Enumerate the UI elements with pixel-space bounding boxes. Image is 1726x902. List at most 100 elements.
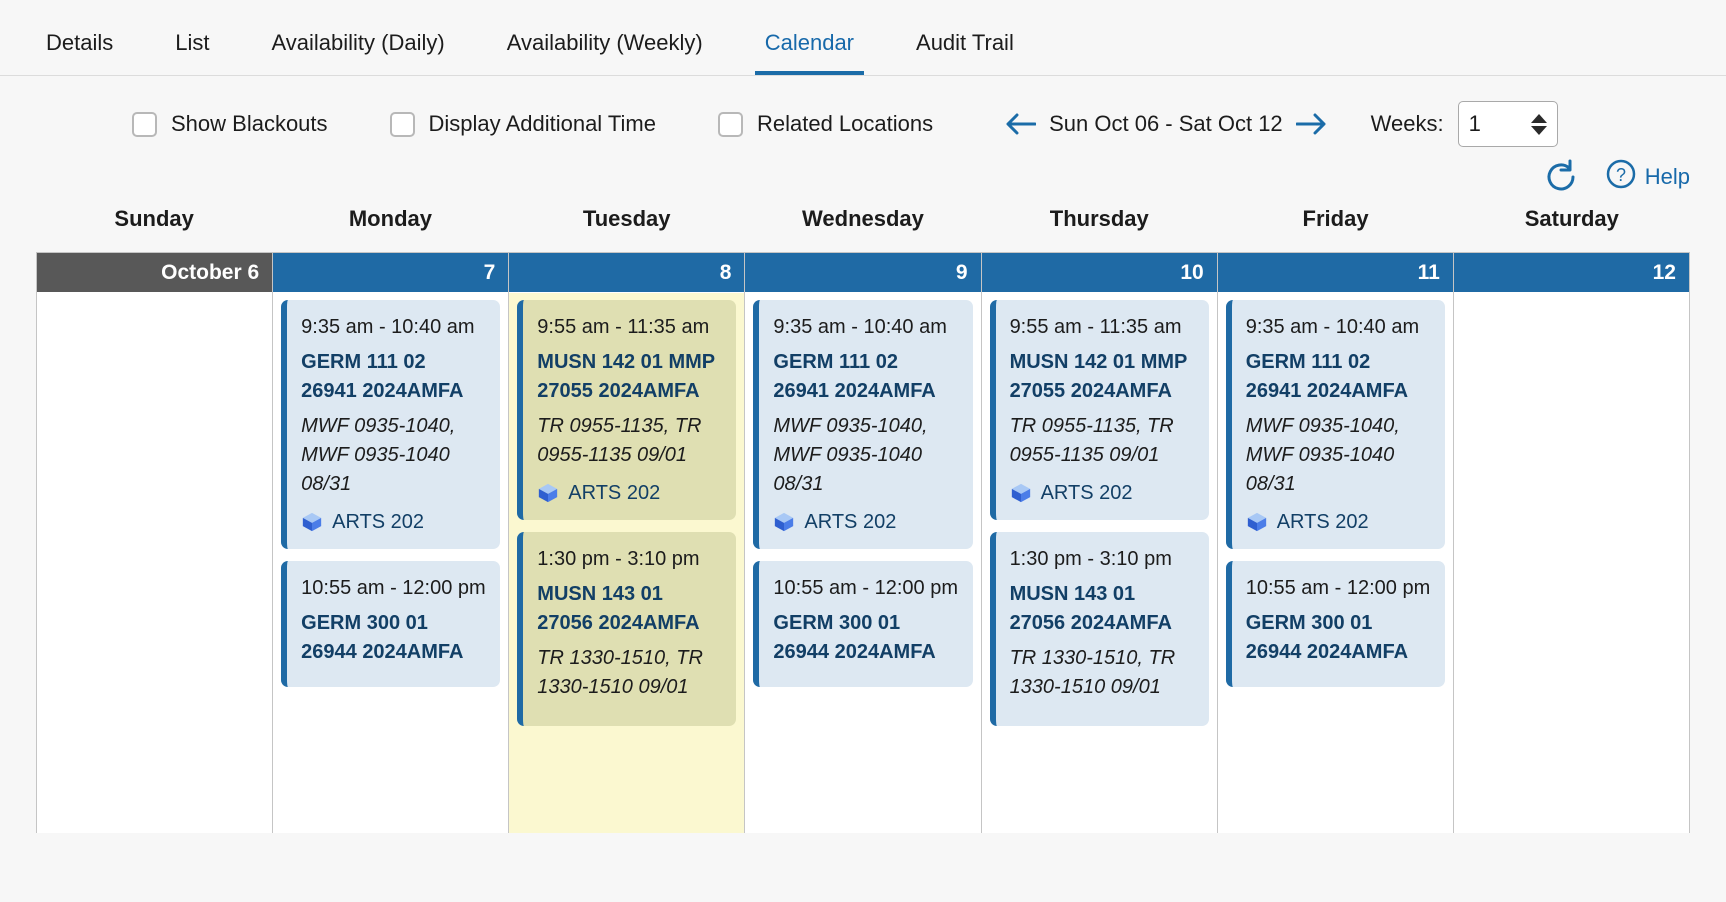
event-title: GERM 111 02 26941 2024AMFA xyxy=(1245,351,1409,402)
event-location: ARTS 202 xyxy=(301,509,486,535)
event-card[interactable]: 1:30 pm - 3:10 pm MUSN 143 01 27056 2024A… xyxy=(517,532,737,726)
cube-icon xyxy=(1011,483,1030,503)
event-time: 1:30 pm - 3:10 pm xyxy=(537,548,700,570)
calendar-column: 11 9:35 am - 10:40 am GERM 111 02 26941 20… xyxy=(1217,253,1454,833)
toolbar-utility-row: ? Help xyxy=(1543,158,1690,195)
event-meeting-pattern: TR 0955-1135, TR 0955-1135 09/01 xyxy=(1009,415,1174,466)
event-meeting-pattern: MWF 0935-1040, MWF 0935-1040 08/31 xyxy=(301,415,456,495)
help-button[interactable]: ? Help xyxy=(1605,158,1690,195)
column-events: 9:35 am - 10:40 am GERM 111 02 26941 2024… xyxy=(1218,293,1453,833)
cube-icon xyxy=(539,483,558,503)
day-name-wednesday: Wednesday xyxy=(802,206,924,231)
event-card[interactable]: 10:55 am - 12:00 pm GERM 300 01 26944 202… xyxy=(1225,561,1445,687)
calendar-column: 9 9:35 am - 10:40 am GERM 111 02 26941 202… xyxy=(745,253,982,833)
event-meeting-pattern: MWF 0935-1040, MWF 0935-1040 08/31 xyxy=(1245,415,1400,495)
date-header[interactable]: 10 xyxy=(981,253,1217,293)
calendar-column: 7 9:35 am - 10:40 am GERM 111 02 26941 202… xyxy=(273,253,510,833)
checkbox-label: Display Additional Time xyxy=(428,111,656,136)
stepper-down-icon[interactable] xyxy=(1530,125,1547,135)
event-time: 10:55 am - 12:00 pm xyxy=(773,577,958,599)
event-time: 9:35 am - 10:40 am xyxy=(773,316,947,338)
event-meeting-pattern: MWF 0935-1040, MWF 0935-1040 08/31 xyxy=(773,415,928,495)
calendar-column: 10 9:55 am - 11:35 am MUSN 142 01 MMP 2705… xyxy=(981,253,1218,833)
event-location: ARTS 202 xyxy=(1010,480,1195,506)
tab-details[interactable]: Details xyxy=(36,32,123,75)
event-title: GERM 300 01 26944 2024AMFA xyxy=(301,612,464,663)
tab-availability-weekly[interactable]: Availability (Weekly) xyxy=(497,32,713,75)
column-events: 9:35 am - 10:40 am GERM 111 02 26941 2024… xyxy=(745,293,980,833)
date-header[interactable]: 12 xyxy=(1453,253,1689,293)
event-location-label: ARTS 202 xyxy=(1276,511,1369,533)
event-title: MUSN 142 01 MMP 27055 2024AMFA xyxy=(1009,351,1188,402)
checkbox-box[interactable] xyxy=(717,111,743,137)
event-time: 9:55 am - 11:35 am xyxy=(537,316,710,338)
day-name-row: Sunday Monday Tuesday Wednesday Thursday Frid… xyxy=(36,206,1690,252)
stepper-up-icon[interactable] xyxy=(1530,113,1547,123)
column-events xyxy=(37,293,272,833)
calendar-column: October 6 xyxy=(37,253,274,833)
event-meeting-pattern: TR 0955-1135, TR 0955-1135 09/01 xyxy=(537,415,702,466)
event-meeting-pattern: TR 1330-1510, TR 1330-1510 09/01 xyxy=(1009,647,1176,698)
date-header[interactable]: 8 xyxy=(509,253,745,293)
event-card[interactable]: 9:35 am - 10:40 am GERM 111 02 26941 2024… xyxy=(281,300,501,549)
cube-icon xyxy=(302,512,322,532)
tab-audit-trail[interactable]: Audit Trail xyxy=(906,32,1024,75)
refresh-icon[interactable] xyxy=(1543,159,1579,195)
event-card[interactable]: 9:55 am - 11:35 am MUSN 142 01 MMP 27055 … xyxy=(989,300,1209,520)
event-location: ARTS 202 xyxy=(773,509,958,535)
event-card[interactable]: 9:55 am - 11:35 am MUSN 142 01 MMP 27055 … xyxy=(517,300,737,520)
weeks-stepper[interactable]: 1 xyxy=(1457,101,1558,147)
event-location: ARTS 202 xyxy=(1246,509,1431,535)
cube-icon xyxy=(775,512,794,532)
tab-list[interactable]: List xyxy=(165,32,219,75)
calendar-column: 12 xyxy=(1453,253,1690,833)
checkbox-show-blackouts[interactable]: Show Blackouts xyxy=(132,111,328,137)
event-card[interactable]: 10:55 am - 12:00 pm GERM 300 01 26944 202… xyxy=(753,561,973,687)
event-card[interactable]: 9:35 am - 10:40 am GERM 111 02 26941 2024… xyxy=(753,300,973,549)
tab-calendar[interactable]: Calendar xyxy=(754,32,865,75)
event-title: GERM 111 02 26941 2024AMFA xyxy=(773,351,936,402)
date-header[interactable]: 9 xyxy=(745,253,981,293)
date-navigation: Sun Oct 06 - Sat Oct 12 xyxy=(1003,110,1329,138)
checkbox-related-locations[interactable]: Related Locations xyxy=(717,111,934,137)
svg-text:?: ? xyxy=(1616,165,1626,185)
arrow-right-icon[interactable] xyxy=(1295,110,1329,138)
day-name-sunday: Sunday xyxy=(114,206,194,231)
event-meeting-pattern: TR 1330-1510, TR 1330-1510 09/01 xyxy=(537,647,703,698)
event-time: 9:55 am - 11:35 am xyxy=(1009,316,1182,338)
event-time: 10:55 am - 12:00 pm xyxy=(1245,577,1431,599)
event-location-label: ARTS 202 xyxy=(568,482,661,504)
day-name-thursday: Thursday xyxy=(1049,206,1149,231)
event-title: MUSN 143 01 27056 2024AMFA xyxy=(1009,583,1172,634)
date-range-label[interactable]: Sun Oct 06 - Sat Oct 12 xyxy=(1049,111,1283,137)
date-header[interactable]: October 6 xyxy=(37,253,273,293)
column-events: 9:55 am - 11:35 am MUSN 142 01 MMP 27055 … xyxy=(509,293,744,833)
day-name-friday: Friday xyxy=(1302,206,1369,231)
event-card[interactable]: 9:35 am - 10:40 am GERM 111 02 26941 2024… xyxy=(1225,300,1445,549)
help-label: Help xyxy=(1644,163,1690,189)
arrow-left-icon[interactable] xyxy=(1003,110,1037,138)
day-name-tuesday: Tuesday xyxy=(582,206,671,231)
event-card[interactable]: 1:30 pm - 3:10 pm MUSN 143 01 27056 2024A… xyxy=(989,532,1209,726)
tab-availability-daily[interactable]: Availability (Daily) xyxy=(262,32,455,75)
date-header[interactable]: 11 xyxy=(1217,253,1453,293)
event-card[interactable]: 10:55 am - 12:00 pm GERM 300 01 26944 202… xyxy=(281,561,501,687)
event-location: ARTS 202 xyxy=(537,480,722,506)
weeks-label: Weeks: xyxy=(1370,111,1444,136)
event-time: 10:55 am - 12:00 pm xyxy=(301,577,486,599)
column-events xyxy=(1454,293,1689,833)
toolbar-controls-row: Show Blackouts Display Additional Time Rel… xyxy=(36,98,1690,150)
stepper-arrows[interactable] xyxy=(1530,113,1547,135)
event-title: MUSN 143 01 27056 2024AMFA xyxy=(537,583,700,634)
checkbox-display-additional-time[interactable]: Display Additional Time xyxy=(389,111,656,137)
checkbox-box[interactable] xyxy=(132,111,157,137)
event-time: 9:35 am - 10:40 am xyxy=(301,316,475,338)
date-header[interactable]: 7 xyxy=(273,253,509,293)
event-location-label: ARTS 202 xyxy=(1040,482,1133,504)
column-events: 9:55 am - 11:35 am MUSN 142 01 MMP 27055 … xyxy=(982,293,1217,833)
checkbox-box[interactable] xyxy=(389,111,415,137)
event-title: GERM 111 02 26941 2024AMFA xyxy=(301,351,464,402)
calendar-grid: October 6 7 9:35 am - 10:40 am GERM 111 02 … xyxy=(36,252,1690,833)
checkbox-label: Related Locations xyxy=(756,111,934,136)
event-location-label: ARTS 202 xyxy=(804,511,897,533)
